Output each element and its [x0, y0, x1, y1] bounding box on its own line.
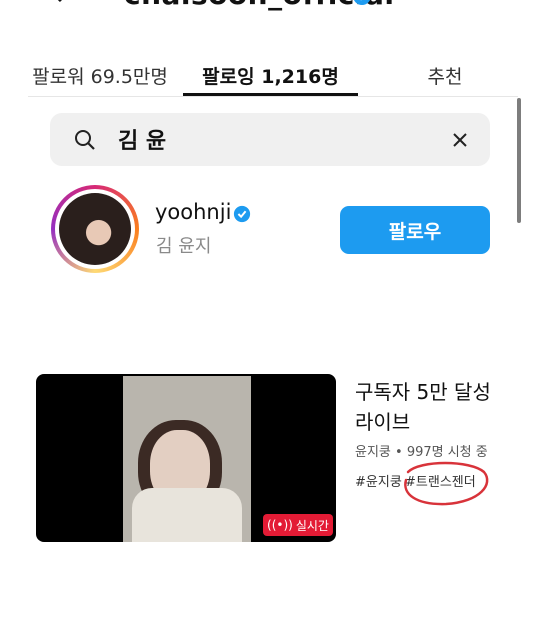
tab-following[interactable]: 팔로잉 1,216명 [183, 55, 358, 95]
hashtag[interactable]: #윤지쿵 [355, 471, 402, 490]
username[interactable]: yoohnji [155, 200, 231, 224]
verified-badge-icon [233, 205, 251, 223]
back-arrow-icon[interactable] [44, 0, 70, 4]
video-person-shirt [132, 488, 242, 542]
tab-divider [28, 96, 518, 97]
follow-button[interactable]: 팔로우 [340, 206, 490, 254]
search-icon [74, 129, 96, 151]
tab-followers[interactable]: 팔로워 69.5만명 [25, 55, 175, 95]
hand-drawn-annotation-circle [400, 458, 492, 508]
avatar[interactable] [59, 193, 131, 265]
live-broadcast-icon: ((•)) [267, 518, 293, 532]
search-input[interactable] [118, 121, 418, 157]
scrollbar[interactable] [517, 98, 521, 223]
live-badge: ((•)) 실시간 [263, 514, 333, 536]
live-badge-label: 실시간 [295, 518, 329, 533]
close-icon[interactable] [450, 130, 470, 150]
full-name: 김 윤지 [156, 236, 212, 257]
tab-suggested[interactable]: 추천 [390, 55, 500, 95]
verified-badge-icon [352, 0, 372, 6]
video-title[interactable]: 구독자 5만 달성 라이브 [355, 377, 515, 437]
